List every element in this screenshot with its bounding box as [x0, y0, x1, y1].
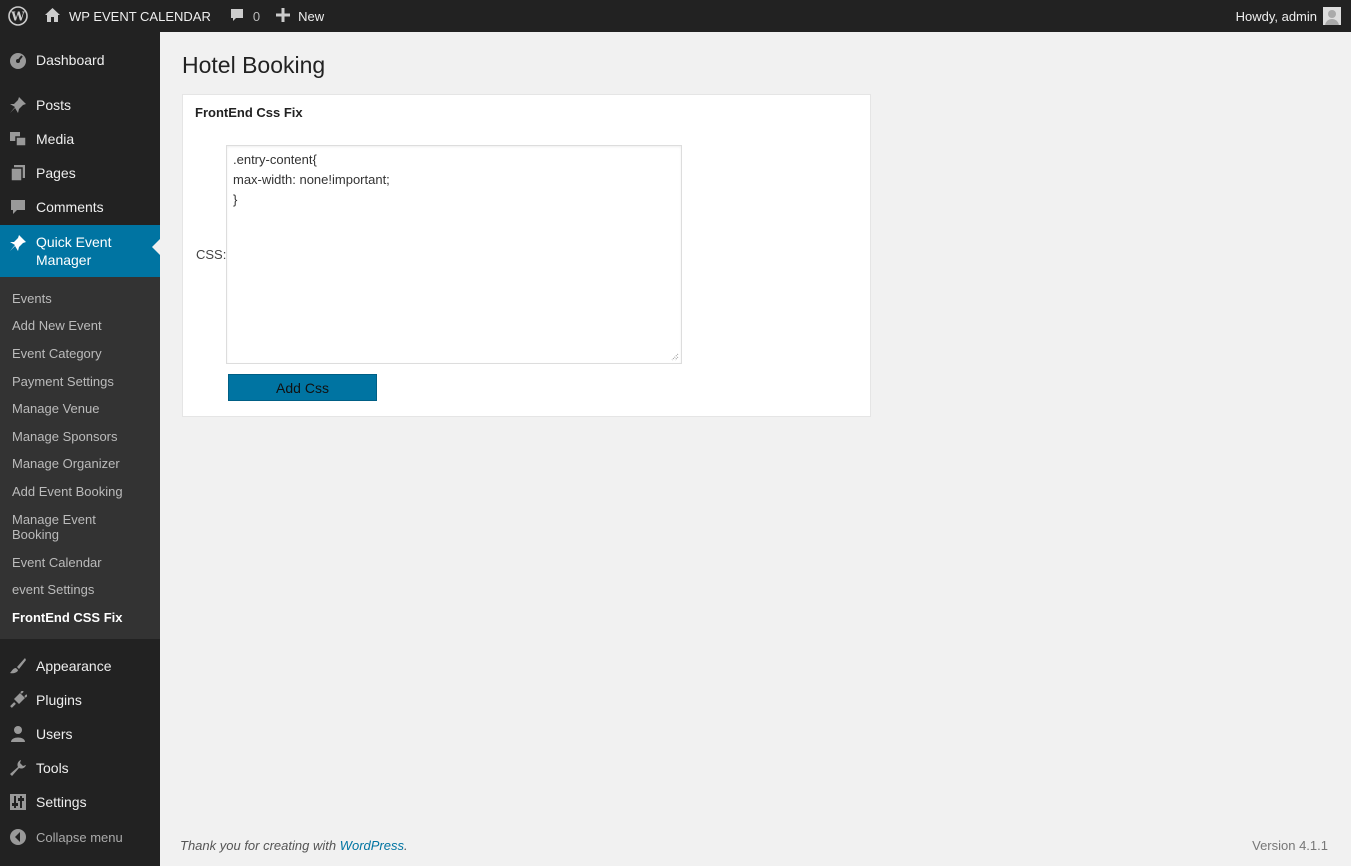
plus-icon — [276, 6, 291, 26]
my-account-link[interactable]: Howdy, admin — [1236, 0, 1341, 32]
sidebar-item-label: Users — [36, 726, 73, 742]
footer-version: Version 4.1.1 — [1252, 838, 1328, 853]
footer-thanks-text: Thank you for creating with — [180, 838, 340, 853]
wrench-icon — [0, 759, 36, 777]
submenu-item-add-event-booking[interactable]: Add Event Booking — [12, 484, 152, 499]
sidebar-item-pages[interactable]: Pages — [0, 163, 160, 183]
submenu-item-event-settings[interactable]: event Settings — [12, 582, 152, 597]
submenu-item-payment-settings[interactable]: Payment Settings — [12, 374, 152, 389]
media-icon — [0, 130, 36, 148]
collapse-menu-button[interactable]: Collapse menu — [0, 827, 160, 847]
sidebar-item-tools[interactable]: Tools — [0, 758, 160, 778]
comment-icon — [229, 7, 245, 26]
pages-icon — [0, 164, 36, 182]
comment-icon — [0, 198, 36, 216]
submenu-item-manage-event-booking[interactable]: Manage Event Booking — [12, 512, 112, 542]
settings-icon — [0, 793, 36, 811]
submenu-item-event-calendar[interactable]: Event Calendar — [12, 555, 152, 570]
admin-bar: W WP EVENT CALENDAR 0 New Howdy, admin — [0, 0, 1351, 32]
new-label: New — [298, 8, 325, 24]
sidebar-item-appearance[interactable]: Appearance — [0, 656, 160, 676]
sidebar-item-settings[interactable]: Settings — [0, 792, 160, 812]
submenu: Events Add New Event Event Category Paym… — [0, 277, 160, 639]
admin-sidebar: Dashboard Posts Media Pages Comments Qui… — [0, 32, 160, 866]
sidebar-item-quick-event-manager[interactable]: Quick Event Manager — [0, 225, 160, 277]
comments-count: 0 — [252, 8, 261, 24]
sidebar-item-label: Posts — [36, 97, 72, 113]
collapse-arrow-icon — [0, 828, 36, 846]
css-label: CSS: — [196, 247, 227, 262]
sidebar-item-label: Plugins — [36, 692, 82, 708]
sidebar-item-users[interactable]: Users — [0, 724, 160, 744]
plugin-icon — [0, 691, 36, 709]
footer-thanks: Thank you for creating with WordPress. — [180, 838, 408, 853]
sidebar-item-label: Pages — [36, 165, 76, 181]
wordpress-link[interactable]: WordPress — [340, 838, 404, 853]
submenu-item-manage-sponsors[interactable]: Manage Sponsors — [12, 429, 152, 444]
user-icon — [0, 725, 36, 743]
sidebar-item-label: Comments — [36, 199, 104, 215]
new-content-link[interactable]: New — [268, 0, 332, 32]
sidebar-item-media[interactable]: Media — [0, 129, 160, 149]
avatar — [1323, 7, 1341, 25]
sidebar-item-label: Dashboard — [36, 52, 105, 68]
sidebar-item-label: Settings — [36, 794, 87, 810]
footer-thanks-end: . — [404, 838, 408, 853]
wordpress-logo-icon[interactable]: W — [0, 0, 36, 32]
submenu-item-manage-organizer[interactable]: Manage Organizer — [12, 456, 152, 471]
submenu-item-events[interactable]: Events — [12, 291, 152, 306]
sidebar-item-label: Appearance — [36, 658, 112, 674]
howdy-text: Howdy, admin — [1235, 8, 1317, 24]
submenu-item-event-category[interactable]: Event Category — [12, 346, 152, 361]
sidebar-item-plugins[interactable]: Plugins — [0, 690, 160, 710]
home-icon — [44, 7, 61, 26]
site-name: WP EVENT CALENDAR — [69, 8, 211, 24]
panel-title: FrontEnd Css Fix — [195, 105, 303, 120]
dashboard-icon — [0, 51, 36, 69]
svg-text:W: W — [10, 10, 25, 24]
collapse-menu-label: Collapse menu — [36, 829, 123, 845]
page-title: Hotel Booking — [182, 52, 326, 78]
css-fix-panel: FrontEnd Css Fix CSS: Add Css — [182, 94, 871, 417]
sidebar-item-posts[interactable]: Posts — [0, 95, 160, 115]
sidebar-item-dashboard[interactable]: Dashboard — [0, 50, 160, 70]
pushpin-icon — [0, 233, 36, 252]
submenu-item-manage-venue[interactable]: Manage Venue — [12, 401, 152, 416]
sidebar-item-label: Tools — [36, 760, 69, 776]
resize-grip-icon[interactable] — [669, 351, 679, 361]
site-name-link[interactable]: WP EVENT CALENDAR — [36, 0, 221, 32]
submenu-item-add-new-event[interactable]: Add New Event — [12, 318, 152, 333]
sidebar-item-comments[interactable]: Comments — [0, 197, 160, 217]
sidebar-item-label: Quick Event Manager — [36, 234, 112, 268]
pushpin-icon — [0, 96, 36, 114]
css-textarea[interactable] — [226, 145, 682, 364]
sidebar-item-label: Media — [36, 131, 75, 147]
submenu-item-frontend-css-fix[interactable]: FrontEnd CSS Fix — [12, 610, 152, 625]
add-css-button[interactable]: Add Css — [228, 374, 377, 401]
comments-link[interactable]: 0 — [221, 0, 268, 32]
brush-icon — [0, 657, 36, 675]
